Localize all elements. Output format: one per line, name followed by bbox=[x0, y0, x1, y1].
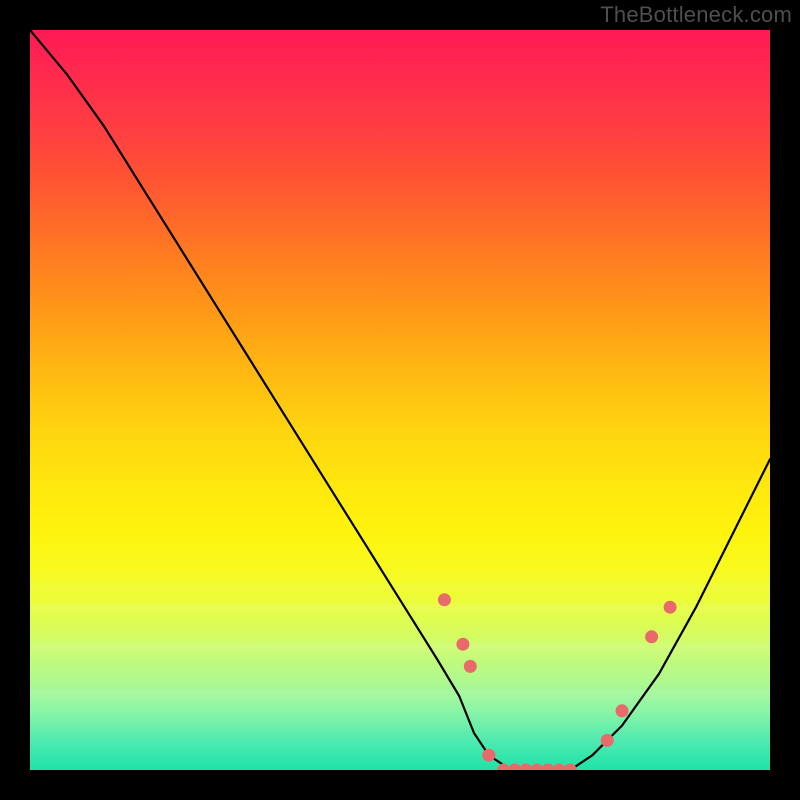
watermark-text: TheBottleneck.com bbox=[600, 2, 792, 28]
marker-dot bbox=[664, 601, 677, 614]
marker-dots-group bbox=[438, 593, 677, 770]
marker-dot bbox=[497, 764, 510, 771]
marker-dot bbox=[508, 764, 521, 771]
curve-svg bbox=[30, 30, 770, 770]
marker-dot bbox=[601, 734, 614, 747]
marker-dot bbox=[616, 704, 629, 717]
bottleneck-curve-line bbox=[30, 30, 770, 770]
marker-dot bbox=[542, 764, 555, 771]
marker-dot bbox=[530, 764, 543, 771]
marker-dot bbox=[464, 660, 477, 673]
plot-area bbox=[30, 30, 770, 770]
marker-dot bbox=[645, 630, 658, 643]
marker-dot bbox=[438, 593, 451, 606]
marker-dot bbox=[482, 749, 495, 762]
marker-dot bbox=[553, 764, 566, 771]
marker-dot bbox=[456, 638, 469, 651]
marker-dot bbox=[519, 764, 532, 771]
marker-dot bbox=[564, 764, 577, 771]
chart-frame: TheBottleneck.com bbox=[0, 0, 800, 800]
